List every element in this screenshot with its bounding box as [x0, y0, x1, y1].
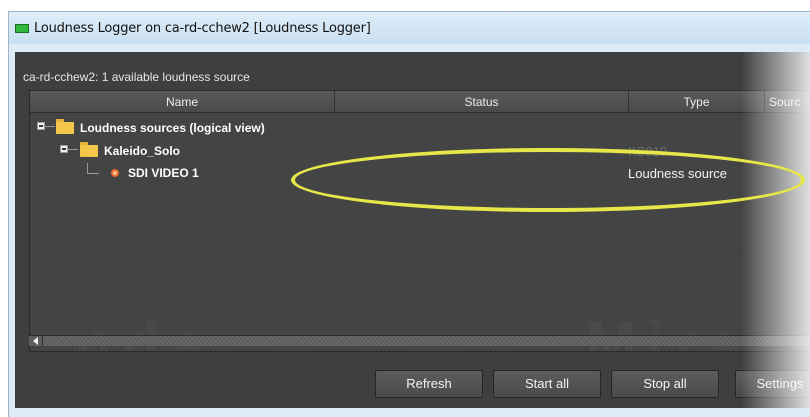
main-panel: ca-rd-cchew2: 1 available loudness sourc…	[15, 52, 810, 408]
start-all-button[interactable]: Start all	[493, 370, 601, 398]
table-header: Name Status Type Sourc	[30, 91, 810, 113]
folder-icon	[56, 119, 74, 134]
tree-row-label: Loudness sources (logical view)	[80, 121, 265, 135]
highlight-ellipse	[291, 148, 805, 212]
expand-icon[interactable]	[37, 122, 45, 130]
tree-connector	[87, 173, 99, 174]
settings-button[interactable]: Settings	[735, 370, 810, 398]
app-icon	[15, 23, 29, 33]
tree-connector	[68, 149, 78, 150]
expand-icon[interactable]	[60, 145, 68, 153]
tree-connector	[87, 163, 88, 173]
column-header-source[interactable]: Sourc	[765, 91, 810, 113]
folder-icon	[80, 142, 98, 157]
column-header-name[interactable]: Name	[30, 91, 335, 113]
tree-row-label: SDI VIDEO 1	[128, 166, 199, 180]
loudness-source-icon	[111, 169, 119, 177]
refresh-button[interactable]: Refresh	[375, 370, 483, 398]
tree-connector	[45, 126, 55, 127]
column-header-type[interactable]: Type	[629, 91, 765, 113]
stop-all-button[interactable]: Stop all	[611, 370, 719, 398]
horizontal-scrollbar[interactable]	[29, 335, 810, 346]
sources-tree-table: nda Mira Name Status Type Sourc Loudness…	[29, 90, 810, 352]
scroll-left-arrow-icon[interactable]	[29, 336, 43, 346]
tree-row-root[interactable]: Loudness sources (logical view)	[30, 118, 810, 138]
column-header-status[interactable]: Status	[335, 91, 629, 113]
loudness-logger-window: Loudness Logger on ca-rd-cchew2 [Loudnes…	[8, 11, 810, 417]
available-sources-label: ca-rd-cchew2: 1 available loudness sourc…	[23, 70, 250, 84]
window-title: Loudness Logger on ca-rd-cchew2 [Loudnes…	[34, 20, 371, 36]
tree-row-label: Kaleido_Solo	[104, 144, 181, 158]
title-bar[interactable]: Loudness Logger on ca-rd-cchew2 [Loudnes…	[9, 12, 810, 44]
